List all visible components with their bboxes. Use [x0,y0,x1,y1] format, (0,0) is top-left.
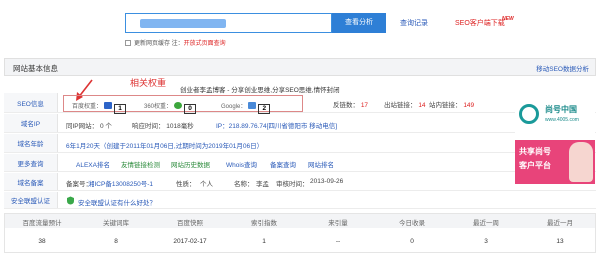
inlinks-label: 站内链接： [429,102,462,109]
update-cache-checkbox[interactable] [125,40,131,46]
search-input[interactable] [125,13,332,33]
stats-header-cell: 今日收录 [399,220,425,227]
stats-value-cell[interactable]: 3 [449,238,523,245]
icp-row: 域名备案 备案号： 湘ICP备13008250号-1 性质： 个人 名称： 李孟… [4,173,596,191]
new-badge: NEW [502,16,514,22]
domain-age-row: 域名年龄 6年1月20天（创建于2011年01月06日,过期时间为2019年01… [4,134,596,153]
stats-value-cell[interactable]: 2017-02-17 [153,238,227,245]
ad-banner[interactable]: 尚号中国 www.4005.com 共享尚号 客户平台 [515,96,595,186]
circle-icon [174,102,183,109]
weight-box: 百度权重： 1 360权重： 0 Google： 2 [63,95,303,114]
outlinks-label: 出站链接： [384,102,417,109]
icp-nature: 个人 [200,181,213,188]
ad-person-image [569,142,593,182]
google-weight-label: Google： [221,104,247,110]
google-weight[interactable]: Google： 2 [221,101,271,114]
same-ip-sites[interactable]: 同IP网站： 0 个 [66,120,112,130]
icp-number[interactable]: 湘ICP备13008250号-1 [88,178,153,188]
cache-option: 更新网页缓存 注：开放式页面查询 [125,38,226,47]
annotation-label: 相关权重 [130,78,167,88]
360-weight[interactable]: 360权重： 0 [144,101,197,114]
icp-query-link[interactable]: 备案查询 [270,159,296,169]
more-queries-row: 更多查询 ALEXA排名 友情链接检测 网站历史数据 Whois查询 备案查询 … [4,154,596,172]
ad-brand: 尚号中国 [545,105,577,114]
outlinks-value[interactable]: 14 [418,102,425,109]
row-label: SEO信息 [4,93,58,112]
row-label: 域名备案 [4,173,58,190]
inlinks: 站内链接： 149 [429,99,474,109]
ad-line-2: 客户平台 [519,161,551,170]
row-label: 域名年龄 [4,134,58,152]
mobile-seo-link[interactable]: 移动SEO数据分析 [536,63,589,73]
ad-line-1: 共享尚号 [519,147,551,156]
paw-icon [104,102,113,109]
site-rank-link[interactable]: 网站排名 [308,159,334,169]
security-icon [66,196,75,207]
stats-value-cell: -- [335,238,341,245]
history-data-link[interactable]: 网站历史数据 [171,159,210,169]
row-label: 安全联盟认证 [4,192,58,208]
blurred-query [140,19,226,28]
icp-date: 2013-09-26 [310,178,344,185]
outlinks: 出站链接： 14 [384,99,426,109]
site-info-header: 网站基本信息 移动SEO数据分析 [4,58,596,76]
friend-link-check[interactable]: 友情链接检测 [121,159,160,169]
inlinks-value[interactable]: 149 [463,102,474,109]
icp-name-label: 名称： [234,181,254,188]
backlinks: 反链数： 17 [333,99,368,109]
top-search-bar: 查看分析 查询记录 SEO客户端下载 NEW 更新网页缓存 注：开放式页面查询 [0,0,600,52]
stats-table: 百度流量预计 关键词库 百度快照 索引指数 来引量 今日收录 最近一周 最近一月… [4,213,596,253]
ip-address[interactable]: IP：218.89.76.74[四川省德阳市 移动电信] [216,120,337,130]
history-link[interactable]: 查询记录 [400,18,428,28]
360-weight-label: 360权重： [144,104,173,110]
stats-value-cell[interactable]: 1 [227,238,301,245]
row-label: 域名IP [4,114,58,132]
baidu-weight-value: 1 [114,104,127,114]
stats-value-cell[interactable]: 38 [5,238,79,245]
stats-header-cell: 最近一周 [473,220,499,227]
stats-header-cell: 来引量 [328,220,348,227]
response-time: 响应时间： 1018毫秒 [132,123,194,130]
google-weight-value: 2 [258,104,271,114]
security-row: 安全联盟认证 安全联盟认证有什么好处？ [4,192,596,209]
stats-value-cell[interactable]: 0 [375,238,449,245]
google-icon [248,102,257,109]
icp-name: 李孟 [256,181,269,188]
ad-url: www.4005.com [545,117,579,123]
security-link[interactable]: 安全联盟认证有什么好处？ [78,197,156,207]
backlinks-value[interactable]: 17 [361,102,368,109]
domain-ip-row: 域名IP 同IP网站： 0 个 响应时间： 1018毫秒 IP：218.89.7… [4,114,596,133]
stats-header-cell: 关键词库 [103,220,129,227]
domain-age-value[interactable]: 6年1月20天（创建于2011年01月06日,过期时间为2019年01月06日） [66,140,263,150]
ad-brand-area: 尚号中国 www.4005.com [515,96,595,138]
icp-date-label: 审核时间： [276,181,309,188]
baidu-weight-label: 百度权重： [72,104,103,110]
alexa-link[interactable]: ALEXA排名 [76,159,110,169]
section-title: 网站基本信息 [13,64,58,73]
baidu-weight[interactable]: 百度权重： 1 [72,101,127,114]
stats-header-cell: 索引指数 [251,220,277,227]
ad-promo: 共享尚号 客户平台 [515,140,595,184]
row-label: 更多查询 [4,154,58,171]
client-download-link[interactable]: SEO客户端下载 [455,18,505,28]
icp-nature-label: 性质： [176,181,196,188]
stats-header-cell: 百度快照 [177,220,203,227]
backlinks-label: 反链数： [333,102,359,109]
checkbox-label: 更新网页缓存 注： [134,41,184,47]
stats-value-cell[interactable]: 13 [523,238,597,245]
360-weight-value: 0 [184,104,197,114]
stats-value-cell[interactable]: 8 [79,238,153,245]
open-query-link[interactable]: 开放式页面查询 [184,41,226,47]
stats-header-cell: 百度流量预计 [22,220,62,227]
whois-link[interactable]: Whois查询 [226,159,257,169]
search-button[interactable]: 查看分析 [332,13,386,33]
brand-logo-icon [519,104,539,124]
stats-header-cell: 最近一月 [547,220,573,227]
